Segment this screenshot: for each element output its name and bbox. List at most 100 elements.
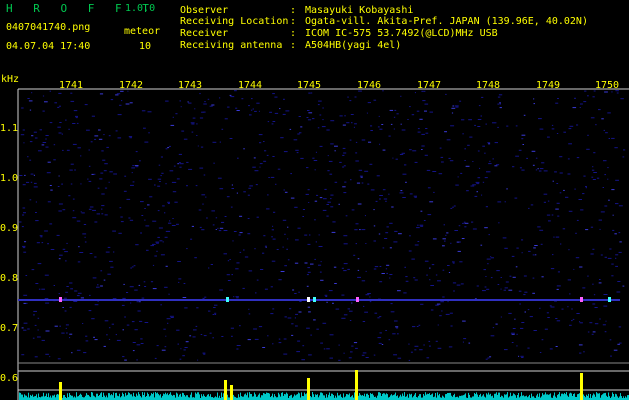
noise-pixel — [138, 284, 141, 286]
noise-pixel — [233, 231, 237, 232]
level-bar — [435, 393, 436, 400]
noise-pixel — [569, 324, 572, 326]
noise-pixel — [105, 251, 110, 253]
noise-pixel — [397, 333, 399, 335]
noise-pixel — [305, 193, 309, 195]
noise-pixel — [71, 352, 73, 354]
noise-pixel — [141, 110, 146, 112]
level-bar — [546, 394, 547, 400]
level-bar — [257, 396, 258, 400]
level-bar — [97, 393, 98, 400]
noise-pixel — [49, 223, 53, 225]
noise-pixel — [433, 191, 435, 193]
noise-pixel — [334, 181, 338, 183]
noise-pixel — [244, 256, 249, 258]
noise-pixel — [592, 283, 594, 285]
noise-pixel — [254, 338, 259, 340]
noise-pixel — [405, 181, 407, 183]
level-bar — [524, 396, 525, 400]
noise-pixel — [541, 162, 545, 164]
noise-pixel — [267, 335, 269, 337]
noise-pixel — [344, 181, 347, 183]
noise-pixel — [592, 179, 596, 180]
noise-pixel — [279, 108, 281, 110]
noise-pixel — [45, 353, 49, 355]
noise-pixel — [70, 163, 74, 165]
level-bar — [157, 392, 158, 400]
noise-pixel — [239, 325, 241, 327]
noise-pixel — [69, 333, 73, 335]
noise-pixel — [414, 92, 416, 94]
noise-pixel — [535, 157, 538, 159]
noise-pixel — [494, 165, 498, 167]
noise-pixel — [206, 217, 208, 219]
noise-pixel — [527, 309, 530, 311]
noise-pixel — [183, 283, 186, 284]
noise-pixel — [351, 302, 353, 304]
noise-pixel — [404, 164, 407, 166]
level-bar — [215, 396, 216, 400]
noise-pixel — [161, 172, 164, 174]
noise-pixel — [506, 125, 509, 127]
level-bar — [240, 392, 241, 400]
level-bar — [570, 392, 571, 400]
noise-pixel — [543, 193, 548, 195]
noise-pixel — [93, 173, 96, 175]
noise-pixel — [230, 327, 234, 329]
x-tick-1748: 1748 — [476, 80, 501, 91]
noise-pixel — [568, 249, 570, 251]
noise-pixel — [315, 151, 317, 153]
level-bar — [64, 395, 65, 400]
noise-pixel — [307, 110, 310, 111]
noise-pixel — [556, 202, 560, 204]
noise-pixel — [547, 136, 550, 138]
level-bar — [167, 393, 168, 400]
noise-pixel — [343, 192, 347, 194]
level-bar — [397, 395, 398, 400]
noise-pixel — [212, 141, 217, 143]
noise-pixel — [485, 206, 488, 208]
level-bar — [381, 396, 382, 400]
meteor-echo — [608, 297, 611, 302]
noise-pixel — [388, 339, 391, 341]
noise-pixel — [143, 127, 146, 129]
noise-pixel — [480, 115, 482, 117]
noise-pixel — [429, 201, 434, 203]
level-bar — [283, 395, 284, 400]
noise-pixel — [504, 287, 508, 289]
noise-pixel — [454, 230, 458, 231]
level-bar — [418, 395, 419, 400]
noise-pixel — [578, 199, 582, 200]
noise-pixel — [219, 141, 221, 143]
noise-pixel — [339, 115, 343, 117]
level-bar — [606, 395, 607, 400]
noise-pixel — [130, 267, 132, 269]
noise-pixel — [38, 150, 42, 152]
noise-pixel — [307, 189, 310, 191]
noise-pixel — [248, 308, 250, 310]
level-bar — [163, 393, 164, 400]
noise-pixel — [81, 212, 85, 214]
noise-pixel — [539, 128, 544, 130]
noise-pixel — [294, 206, 298, 208]
noise-pixel — [550, 306, 555, 308]
noise-pixel — [219, 227, 224, 229]
noise-pixel — [400, 123, 402, 125]
noise-pixel — [388, 193, 390, 195]
level-bar — [176, 392, 177, 400]
x-tick-1741: 1741 — [59, 80, 84, 91]
noise-pixel — [296, 351, 300, 353]
noise-pixel — [365, 357, 369, 358]
noise-pixel — [456, 241, 460, 243]
noise-pixel — [24, 241, 27, 243]
noise-pixel — [100, 285, 103, 287]
level-bar — [142, 392, 143, 400]
noise-pixel — [423, 344, 425, 346]
noise-pixel — [416, 326, 419, 327]
noise-pixel — [490, 335, 495, 337]
level-bar — [296, 394, 297, 400]
noise-pixel — [355, 141, 358, 143]
noise-pixel — [555, 208, 559, 210]
noise-pixel — [77, 261, 81, 263]
noise-pixel — [131, 266, 134, 268]
